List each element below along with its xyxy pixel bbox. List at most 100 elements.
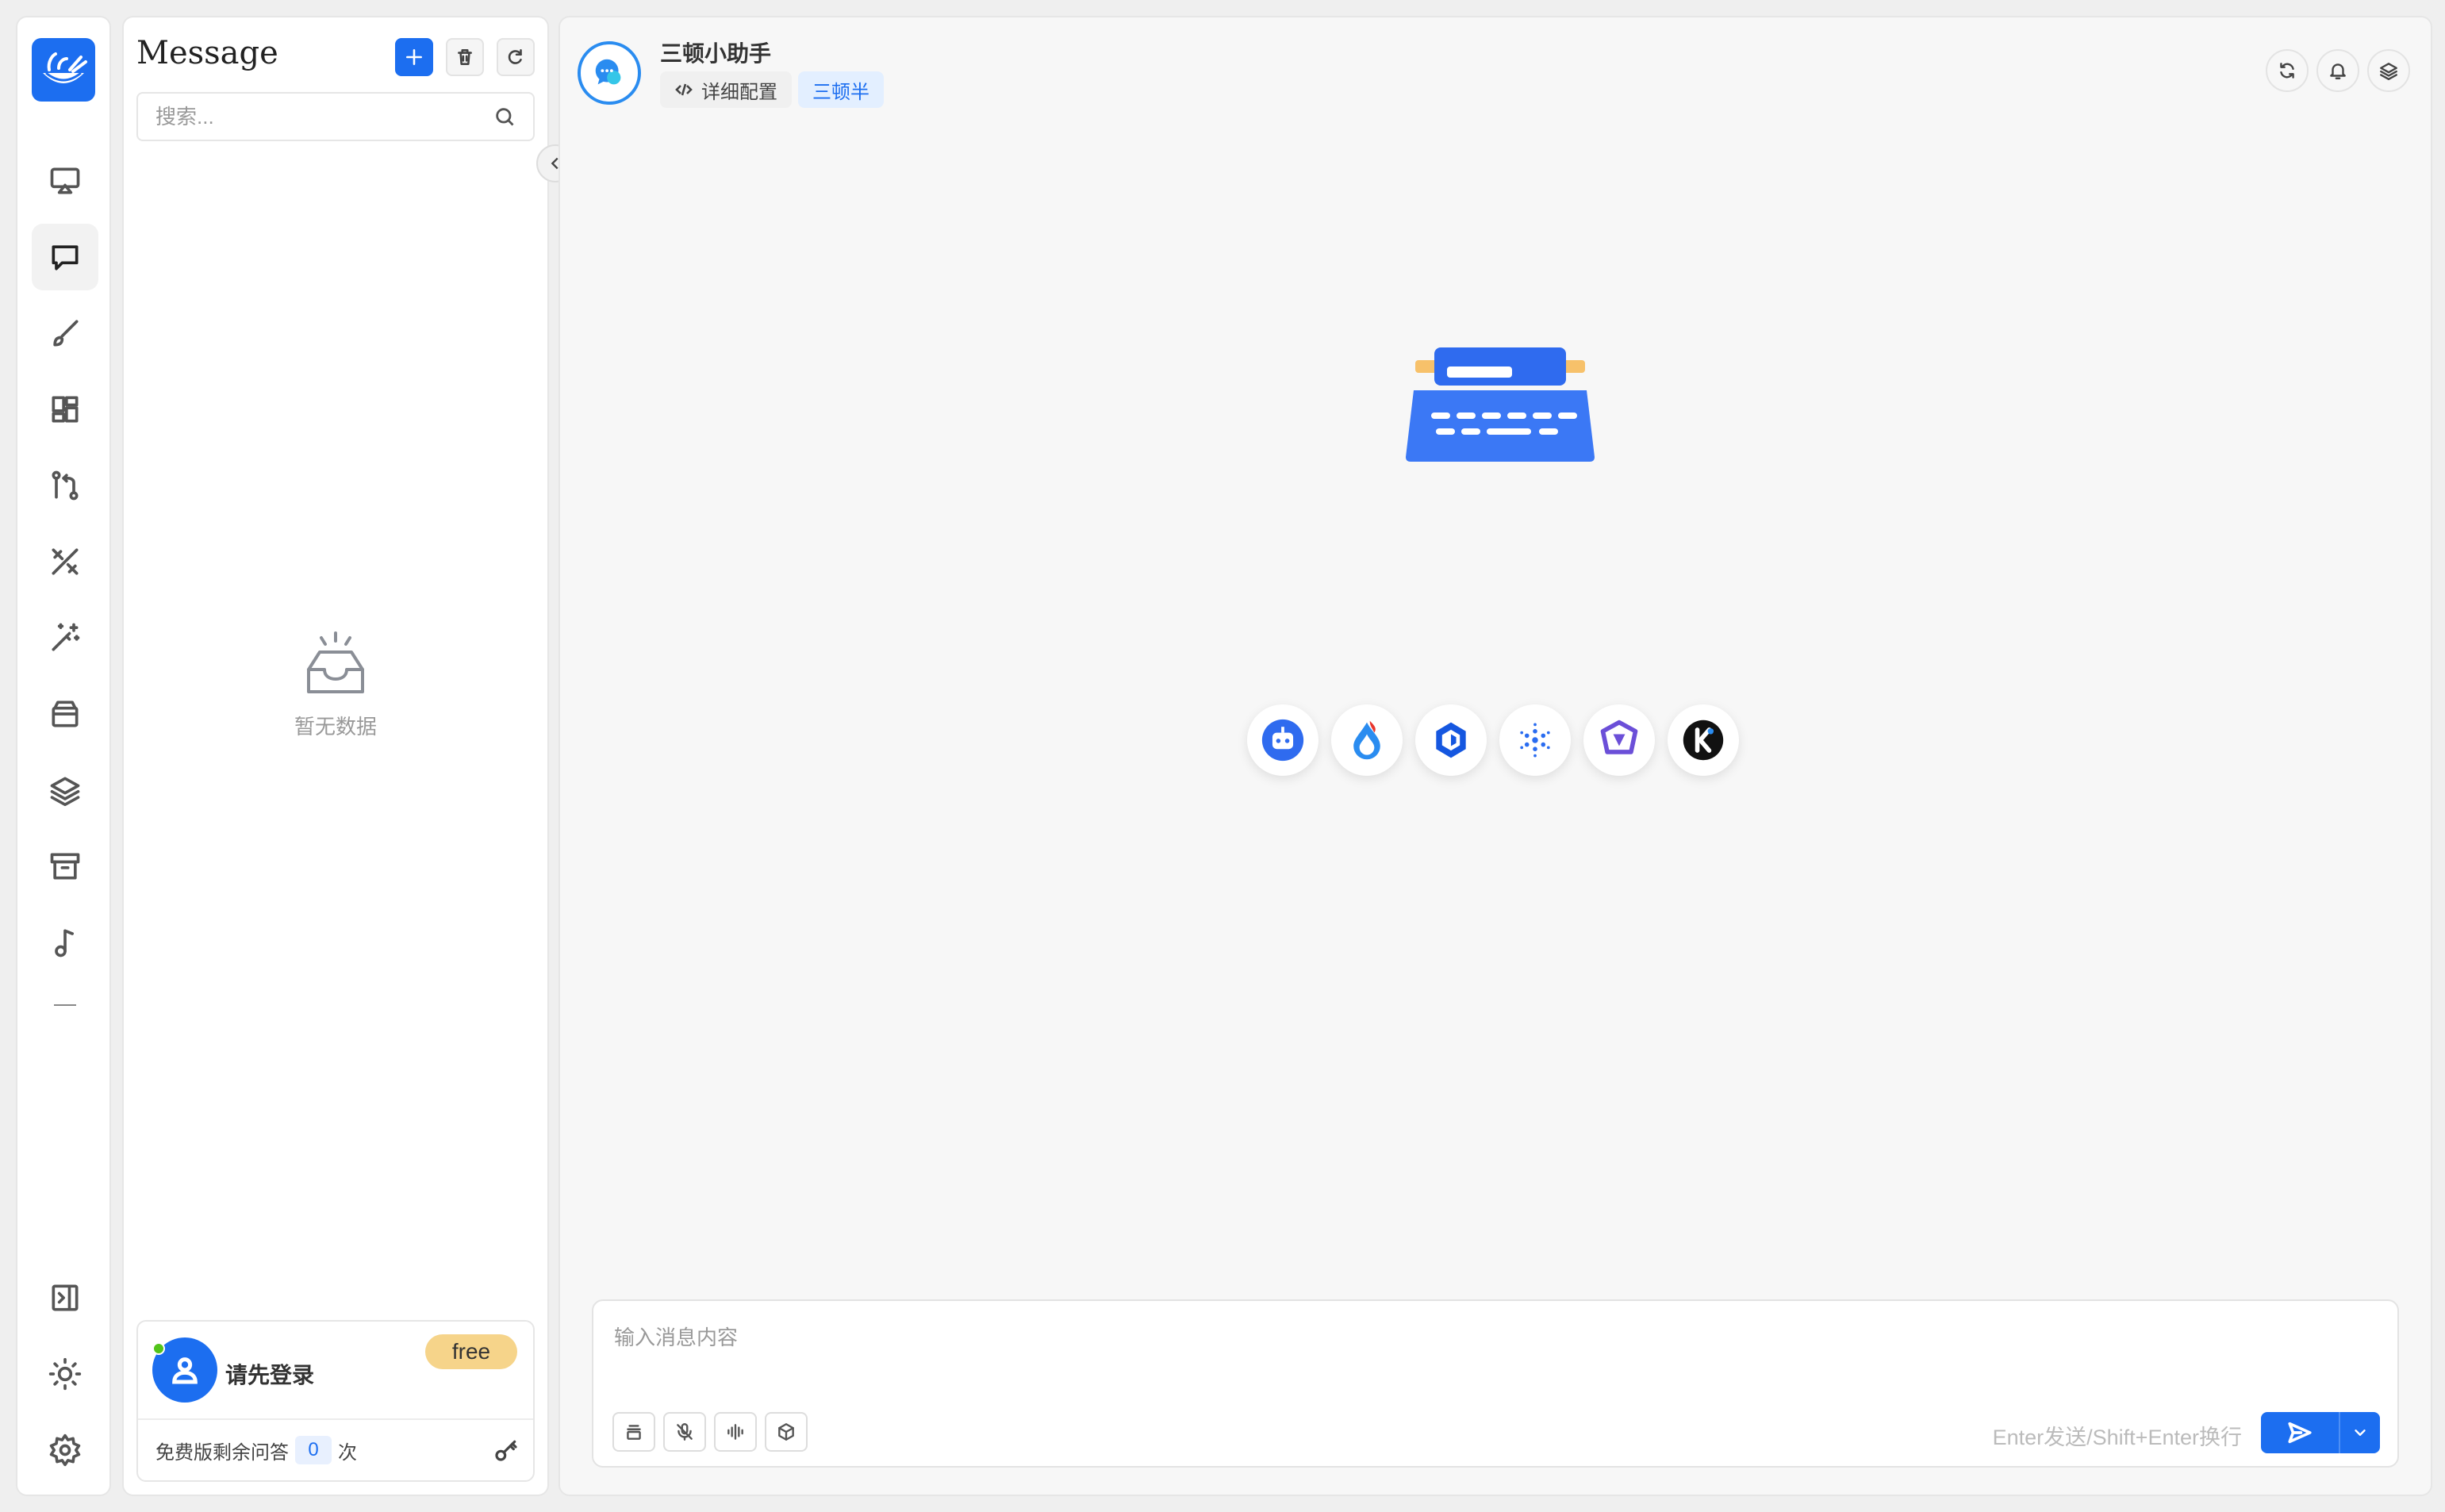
model-zhipu[interactable] bbox=[1415, 704, 1487, 776]
chat-main: 三顿小助手 详细配置 三顿半 输入消息内容 Enter发送/Shift+Ente… bbox=[558, 16, 2432, 1496]
chat-bubble-icon bbox=[595, 59, 621, 85]
chatbot-icon bbox=[1261, 719, 1304, 762]
refresh-icon bbox=[508, 49, 522, 64]
empty-inbox-icon bbox=[307, 631, 364, 693]
zhipu-icon bbox=[1436, 722, 1466, 758]
empty-text: 暂无数据 bbox=[294, 716, 377, 739]
model-chatbot[interactable] bbox=[1247, 704, 1318, 776]
code-icon bbox=[675, 83, 693, 96]
card-divider bbox=[138, 1418, 533, 1420]
sidebar-item-music[interactable] bbox=[32, 909, 98, 976]
bot-avatar[interactable] bbox=[578, 41, 641, 105]
model-selector bbox=[1247, 704, 1739, 776]
sidebar-item-store[interactable] bbox=[32, 681, 98, 747]
kimi-icon bbox=[1683, 720, 1724, 761]
sidebar-item-chat[interactable] bbox=[32, 224, 98, 290]
sidebar-item-apps[interactable] bbox=[32, 376, 98, 443]
app-logo[interactable] bbox=[32, 38, 95, 102]
layers-button[interactable] bbox=[2367, 49, 2410, 92]
sidebar-item-workflow[interactable] bbox=[32, 452, 98, 519]
plan-badge[interactable]: free bbox=[425, 1334, 517, 1369]
brush-icon bbox=[53, 320, 79, 347]
send-hint: Enter发送/Shift+Enter换行 bbox=[1992, 1426, 2242, 1449]
refresh-chats-button[interactable] bbox=[497, 38, 535, 76]
plugin-button[interactable] bbox=[765, 1412, 808, 1452]
model-ernie[interactable] bbox=[1331, 704, 1403, 776]
spark-icon bbox=[1520, 723, 1550, 758]
voice-wave-button[interactable] bbox=[714, 1412, 757, 1452]
package-icon bbox=[52, 700, 79, 727]
design-tools-icon bbox=[52, 548, 79, 575]
layers-clear-icon bbox=[627, 1425, 641, 1440]
new-chat-button[interactable] bbox=[395, 38, 433, 76]
user-tag[interactable]: 三顿半 bbox=[798, 71, 884, 108]
reset-chat-button[interactable] bbox=[2266, 49, 2309, 92]
quota-row: 免费版剩余问答 0 次 bbox=[155, 1436, 357, 1464]
audio-wave-icon bbox=[727, 1424, 743, 1440]
plus-icon bbox=[406, 49, 422, 65]
chevron-down-icon bbox=[2355, 1429, 2366, 1436]
sync-icon bbox=[2280, 63, 2294, 79]
key-icon[interactable] bbox=[493, 1437, 519, 1463]
model-kimi[interactable] bbox=[1668, 704, 1739, 776]
quota-unit: 次 bbox=[338, 1441, 357, 1464]
expand-panel-button[interactable] bbox=[32, 1264, 98, 1331]
typewriter-illustration bbox=[1406, 347, 1595, 462]
magic-wand-icon bbox=[52, 623, 80, 651]
login-prompt[interactable]: 请先登录 bbox=[225, 1358, 314, 1390]
trash-icon bbox=[458, 49, 472, 65]
qwen-icon bbox=[1600, 720, 1638, 754]
search-icon[interactable] bbox=[493, 106, 516, 128]
config-tag-label: 详细配置 bbox=[701, 80, 777, 103]
music-note-icon bbox=[55, 929, 74, 957]
git-compare-icon bbox=[52, 470, 79, 501]
quota-label: 免费版剩余问答 bbox=[155, 1441, 289, 1464]
ernie-icon bbox=[1353, 720, 1380, 760]
theme-toggle-button[interactable] bbox=[32, 1341, 98, 1407]
model-spark[interactable] bbox=[1499, 704, 1571, 776]
sidebar-item-archive[interactable] bbox=[32, 833, 98, 900]
apps-grid-icon bbox=[52, 396, 79, 423]
sidebar-item-monitor[interactable] bbox=[32, 148, 98, 214]
sidebar-item-paint[interactable] bbox=[32, 300, 98, 366]
rail-divider bbox=[54, 1004, 76, 1006]
send-icon bbox=[2288, 1422, 2312, 1444]
archive-icon bbox=[50, 853, 80, 880]
mic-toggle-button[interactable] bbox=[663, 1412, 706, 1452]
sun-icon bbox=[48, 1357, 82, 1391]
clear-context-button[interactable] bbox=[612, 1412, 655, 1452]
search-box bbox=[136, 92, 535, 141]
message-composer: Enter发送/Shift+Enter换行 bbox=[592, 1299, 2399, 1468]
user-card: 请先登录 free 免费版剩余问答 0 次 bbox=[136, 1320, 535, 1482]
quota-count: 0 bbox=[295, 1436, 332, 1464]
monitor-icon bbox=[50, 167, 80, 194]
model-qwen[interactable] bbox=[1583, 704, 1655, 776]
left-rail bbox=[16, 16, 111, 1496]
expand-panel-icon bbox=[52, 1284, 79, 1311]
notifications-button[interactable] bbox=[2316, 49, 2359, 92]
config-tag[interactable]: 详细配置 bbox=[660, 71, 792, 108]
conversation-panel: Message 暂无数据 请先登录 free 免费版剩余问答 0 次 bbox=[122, 16, 549, 1496]
user-icon bbox=[172, 1357, 198, 1384]
sidebar-item-design[interactable] bbox=[32, 528, 98, 595]
send-button-group bbox=[2261, 1412, 2380, 1453]
bot-name: 三顿小助手 bbox=[660, 40, 772, 67]
chat-icon bbox=[52, 245, 79, 271]
bell-icon bbox=[2330, 63, 2346, 79]
cube-icon bbox=[778, 1423, 794, 1441]
message-input[interactable] bbox=[614, 1322, 2359, 1377]
sidebar-item-layers[interactable] bbox=[32, 757, 98, 823]
empty-state: 暂无数据 bbox=[124, 628, 547, 740]
send-button[interactable] bbox=[2261, 1412, 2340, 1453]
sidebar-item-magic[interactable] bbox=[32, 604, 98, 671]
settings-button[interactable] bbox=[32, 1417, 98, 1483]
mic-off-icon bbox=[677, 1423, 693, 1441]
stack-icon bbox=[2380, 63, 2397, 81]
online-status-dot bbox=[152, 1342, 165, 1355]
layers-icon bbox=[50, 777, 80, 807]
send-options-dropdown[interactable] bbox=[2340, 1412, 2380, 1453]
settings-icon bbox=[49, 1433, 81, 1467]
search-input[interactable] bbox=[155, 104, 493, 129]
panel-title: Message bbox=[136, 35, 278, 71]
delete-chats-button[interactable] bbox=[446, 38, 484, 76]
